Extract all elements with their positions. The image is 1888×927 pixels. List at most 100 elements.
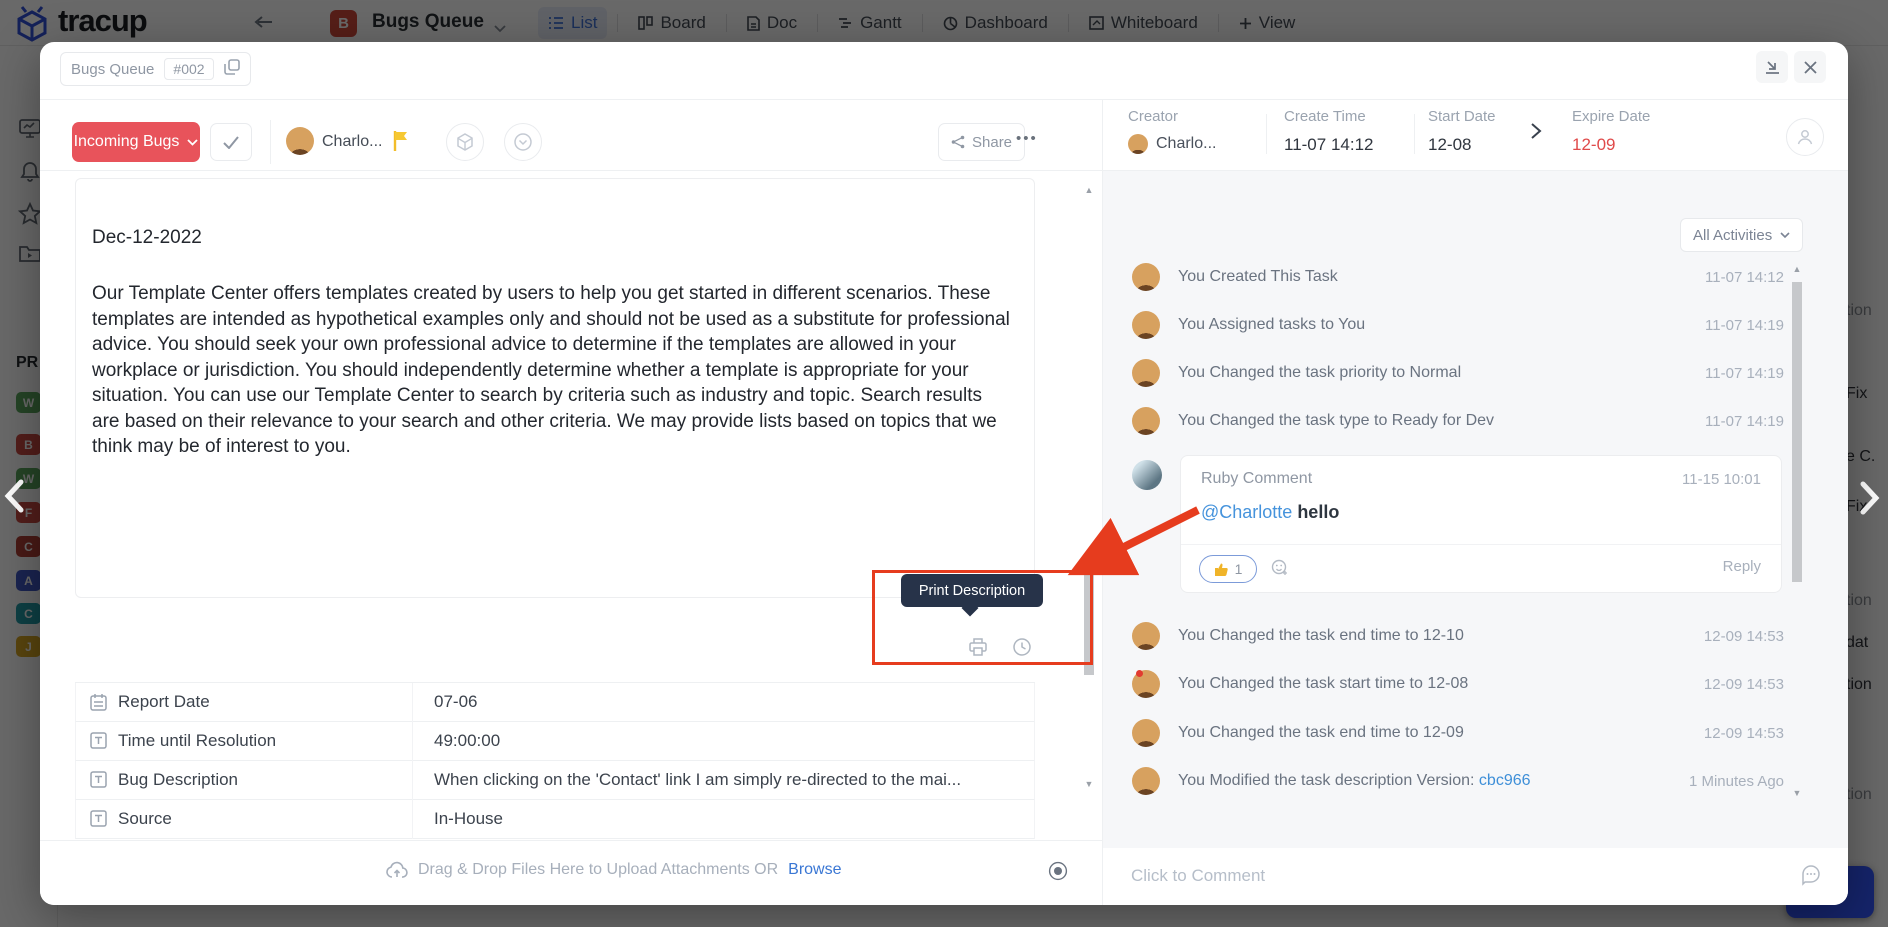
start-date-label: Start Date [1428, 108, 1496, 125]
activity-scrollbar[interactable]: ▲ ▼ [1792, 264, 1802, 798]
export-download-button[interactable] [1756, 51, 1788, 83]
breadcrumb-list-name[interactable]: Bugs Queue [71, 61, 154, 78]
activity-avatar [1132, 263, 1160, 291]
reply-button[interactable]: Reply [1723, 558, 1761, 575]
field-label: Report Date [118, 692, 210, 712]
activity-avatar [1132, 670, 1160, 698]
assignee-avatar[interactable] [286, 127, 314, 155]
field-value[interactable]: 49:00:00 [434, 731, 500, 751]
copy-link-icon[interactable] [224, 59, 240, 80]
chevron-down-icon [1780, 232, 1790, 239]
activity-text: You Changed the task end time to 12-09 [1178, 724, 1464, 742]
field-label: Source [118, 809, 172, 829]
field-separator [1266, 114, 1267, 154]
create-time-label: Create Time [1284, 108, 1366, 125]
more-actions-button[interactable]: ••• [1016, 130, 1038, 147]
version-circle-button[interactable] [504, 123, 542, 161]
scroll-down-icon[interactable]: ▼ [1084, 779, 1094, 789]
activity-time: 11-07 14:19 [1705, 365, 1784, 382]
comment-input[interactable]: Click to Comment [1103, 848, 1848, 905]
start-date-value[interactable]: 12-08 [1428, 135, 1471, 155]
activity-text: You Changed the task end time to 12-10 [1178, 627, 1464, 645]
activity-avatar [1132, 622, 1160, 650]
text-field-icon [90, 771, 107, 793]
table-row[interactable]: Time until Resolution 49:00:00 [75, 722, 1035, 761]
task-type-cube-button[interactable] [446, 123, 484, 161]
screen: tracup B Bugs Queue List Board Doc G [0, 0, 1888, 927]
text-field-icon [90, 732, 107, 754]
scroll-up-icon[interactable]: ▲ [1792, 264, 1802, 274]
comment-author: Ruby Comment [1201, 470, 1312, 488]
field-value[interactable]: When clicking on the 'Contact' link I am… [434, 770, 961, 790]
column-divider [412, 800, 413, 839]
status-dropdown-button[interactable]: Incoming Bugs [72, 122, 200, 162]
commenter-avatar [1132, 460, 1162, 490]
calendar-field-icon [90, 693, 107, 716]
text-field-icon [90, 810, 107, 832]
field-value[interactable]: In-House [434, 809, 503, 829]
activity-time: 11-07 14:19 [1705, 413, 1784, 430]
activity-text: You Changed the task type to Ready for D… [1178, 412, 1494, 430]
cloud-upload-icon [386, 861, 408, 879]
activity-avatar [1132, 359, 1160, 387]
creator-avatar [1128, 134, 1148, 154]
scroll-up-icon[interactable]: ▲ [1084, 185, 1094, 195]
scroll-down-icon[interactable]: ▼ [1792, 788, 1802, 798]
activity-row: You Modified the task description Versio… [1132, 766, 1832, 796]
share-label: Share [972, 134, 1012, 151]
priority-flag-icon[interactable] [392, 130, 410, 157]
attachments-text: Drag & Drop Files Here to Upload Attachm… [418, 861, 778, 879]
date-range-chevron-icon [1530, 122, 1542, 145]
mention-link[interactable]: @Charlotte [1201, 502, 1292, 522]
share-button[interactable]: Share [938, 123, 1025, 161]
activity-time: 12-09 14:53 [1704, 676, 1784, 693]
activity-row: You Created This Task 11-07 14:12 [1132, 262, 1832, 292]
custom-fields-table: Report Date 07-06 Time until Resolution … [75, 682, 1035, 840]
activity-time: 12-09 14:53 [1704, 725, 1784, 742]
like-count: 1 [1235, 561, 1243, 577]
assignee-name[interactable]: Charlo... [322, 133, 382, 151]
activity-text-part: You Modified the task description Versio… [1178, 772, 1479, 789]
activity-row: You Changed the task end time to 12-09 1… [1132, 718, 1832, 748]
focus-target-icon[interactable] [1048, 861, 1068, 886]
add-reaction-icon[interactable] [1271, 559, 1289, 582]
activity-text: You Changed the task priority to Normal [1178, 364, 1461, 382]
complete-task-button[interactable] [210, 123, 252, 161]
activity-text: You Changed the task start time to 12-08 [1178, 675, 1468, 693]
activity-filter-dropdown[interactable]: All Activities [1680, 218, 1803, 252]
description-date: Dec-12-2022 [92, 227, 202, 249]
activity-time: 1 Minutes Ago [1689, 773, 1784, 790]
header-divider [40, 99, 1848, 100]
comment-bubble-icon[interactable] [1800, 864, 1822, 891]
breadcrumb: Bugs Queue #002 [60, 52, 251, 86]
activity-avatar [1132, 407, 1160, 435]
expire-date-value[interactable]: 12-09 [1572, 135, 1615, 155]
close-button[interactable] [1794, 51, 1826, 83]
task-detail-modal: Bugs Queue #002 Incoming Bugs Charlo... [40, 42, 1848, 905]
creator-name: Charlo... [1156, 135, 1216, 153]
activity-time: 12-09 14:53 [1704, 628, 1784, 645]
activity-text: You Assigned tasks to You [1178, 316, 1365, 334]
table-row[interactable]: Source In-House [75, 800, 1035, 839]
browse-link[interactable]: Browse [788, 861, 841, 879]
description-editor[interactable]: Dec-12-2022 Our Template Center offers t… [75, 178, 1035, 598]
table-row[interactable]: Report Date 07-06 [75, 683, 1035, 722]
description-scrollbar[interactable]: ▲ ▼ [1084, 185, 1094, 789]
version-link[interactable]: cbc966 [1479, 772, 1531, 789]
field-separator [1414, 114, 1415, 154]
scrollbar-thumb[interactable] [1792, 282, 1802, 582]
expire-date-label: Expire Date [1572, 108, 1650, 125]
follower-add-button[interactable] [1786, 118, 1824, 156]
activity-text: You Modified the task description Versio… [1178, 772, 1531, 790]
attachments-dropzone[interactable]: Drag & Drop Files Here to Upload Attachm… [40, 840, 1102, 905]
carousel-next-icon[interactable] [1858, 480, 1882, 521]
toolbar-separator [270, 120, 271, 164]
field-value[interactable]: 07-06 [434, 692, 477, 712]
comment-text: hello [1292, 502, 1339, 522]
activity-row: You Changed the task priority to Normal … [1132, 358, 1832, 388]
comment-placeholder: Click to Comment [1131, 866, 1265, 886]
creator-value[interactable]: Charlo... [1128, 134, 1216, 154]
table-row[interactable]: Bug Description When clicking on the 'Co… [75, 761, 1035, 800]
carousel-prev-icon[interactable] [2, 478, 26, 519]
activity-text: You Created This Task [1178, 268, 1338, 286]
